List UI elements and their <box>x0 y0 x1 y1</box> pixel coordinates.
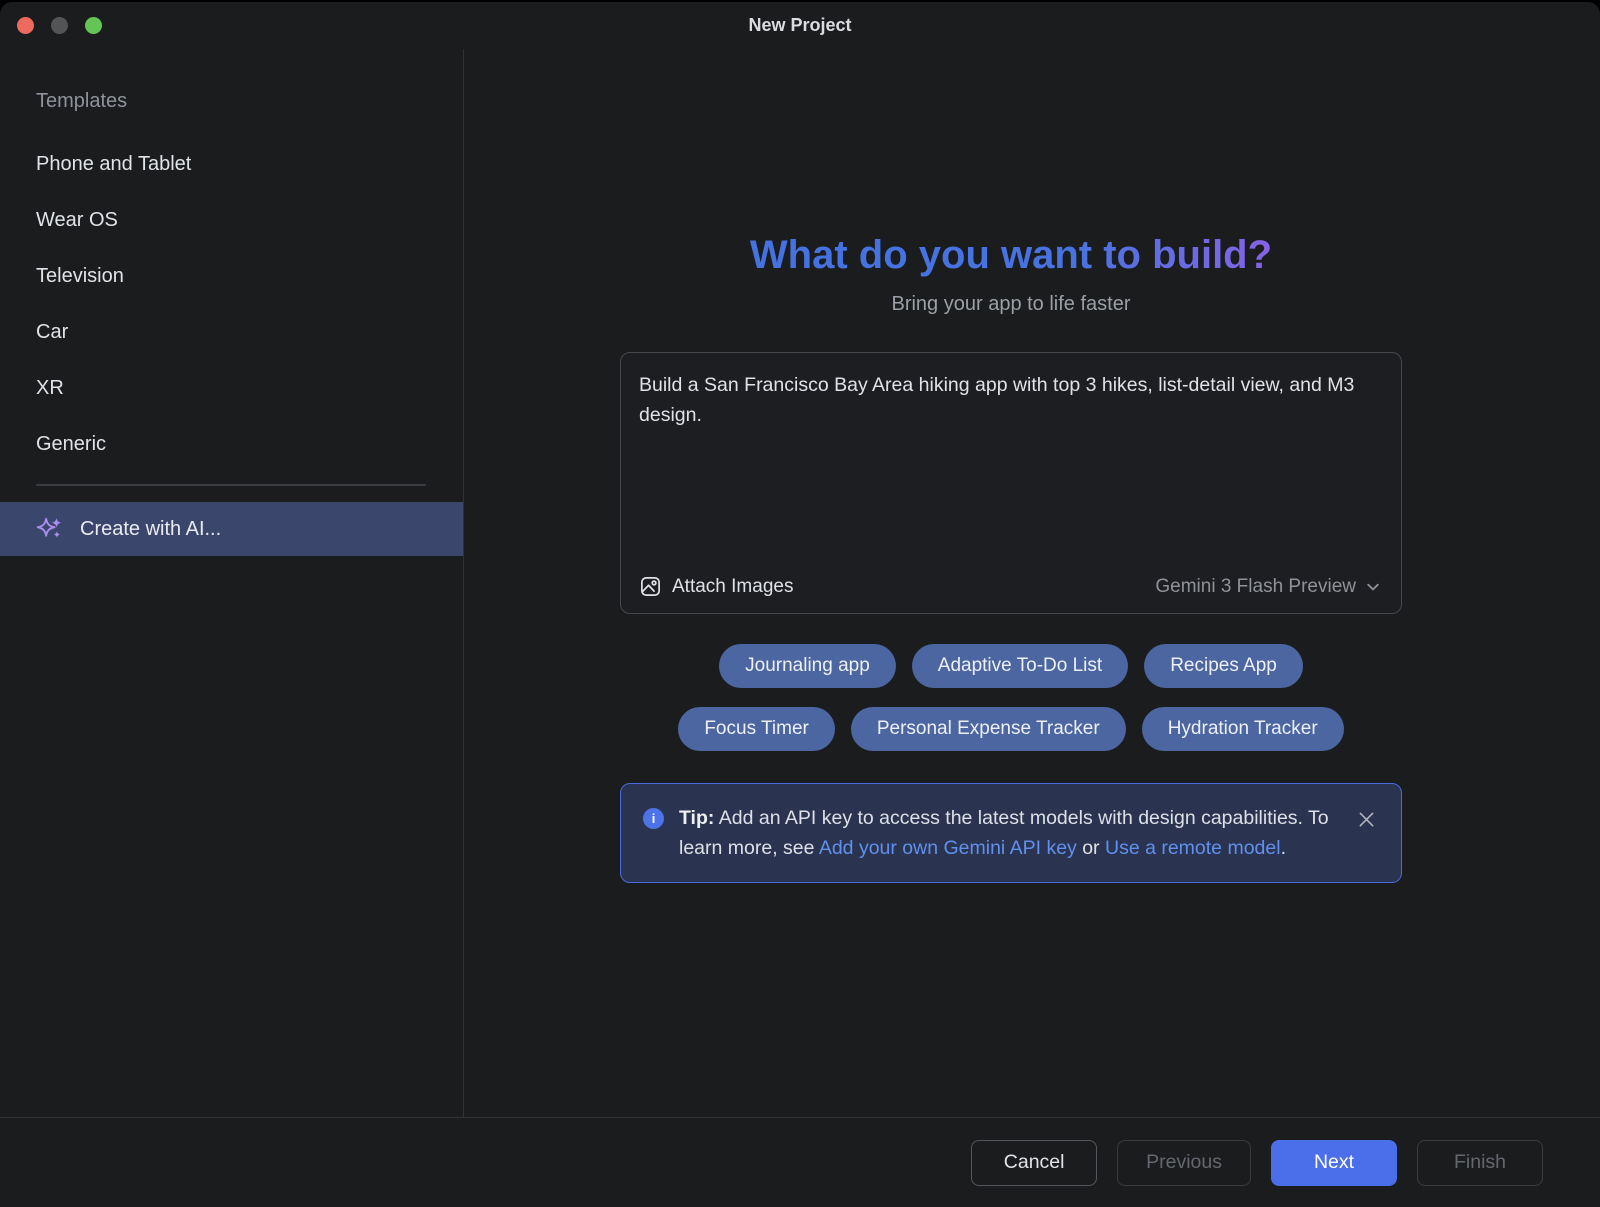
model-selector-dropdown[interactable]: Gemini 3 Flash Preview <box>1155 576 1381 598</box>
attach-images-label: Attach Images <box>672 576 793 598</box>
sidebar-item-phone-and-tablet[interactable]: Phone and Tablet <box>0 136 463 192</box>
sparkle-icon <box>36 516 63 543</box>
sidebar-item-create-with-ai[interactable]: Create with AI... <box>0 502 463 556</box>
sidebar-item-wear-os[interactable]: Wear OS <box>0 192 463 248</box>
tip-body-text: . <box>1281 837 1286 859</box>
image-icon <box>639 575 662 598</box>
tip-body-text: or <box>1077 837 1105 859</box>
minimize-window-button <box>51 17 68 34</box>
info-icon: i <box>643 808 664 829</box>
chip-adaptive-todo-list[interactable]: Adaptive To-Do List <box>912 644 1128 688</box>
sidebar-header: Templates <box>36 89 463 113</box>
model-selector-value: Gemini 3 Flash Preview <box>1155 576 1356 598</box>
link-use-remote-model[interactable]: Use a remote model <box>1105 837 1281 859</box>
sidebar-item-car[interactable]: Car <box>0 304 463 360</box>
chip-focus-timer[interactable]: Focus Timer <box>678 707 835 751</box>
sidebar-item-television[interactable]: Television <box>0 248 463 304</box>
tip-banner: i Tip: Add an API key to access the late… <box>620 783 1402 883</box>
link-add-gemini-api-key[interactable]: Add your own Gemini API key <box>819 837 1077 859</box>
next-button[interactable]: Next <box>1271 1140 1397 1186</box>
finish-button: Finish <box>1417 1140 1543 1186</box>
dialog-footer: Cancel Previous Next Finish <box>0 1117 1600 1207</box>
close-window-button[interactable] <box>17 17 34 34</box>
suggestion-chips: Journaling app Adaptive To-Do List Recip… <box>620 644 1402 751</box>
close-icon[interactable] <box>1355 808 1377 830</box>
templates-sidebar: Templates Phone and Tablet Wear OS Telev… <box>0 49 464 1117</box>
tip-text: Tip: Add an API key to access the latest… <box>679 803 1331 863</box>
attach-images-button[interactable]: Attach Images <box>639 575 793 598</box>
traffic-lights <box>17 17 102 34</box>
cancel-button[interactable]: Cancel <box>971 1140 1097 1186</box>
chip-personal-expense-tracker[interactable]: Personal Expense Tracker <box>851 707 1126 751</box>
zoom-window-button[interactable] <box>85 17 102 34</box>
main-content: What do you want to build? Bring your ap… <box>464 49 1600 1117</box>
new-project-dialog: New Project Templates Phone and Tablet W… <box>0 2 1600 1207</box>
chip-recipes-app[interactable]: Recipes App <box>1144 644 1303 688</box>
window-title: New Project <box>748 15 851 36</box>
prompt-panel: Build a San Francisco Bay Area hiking ap… <box>620 352 1402 614</box>
previous-button: Previous <box>1117 1140 1251 1186</box>
chevron-down-icon <box>1365 579 1381 595</box>
page-subtitle: Bring your app to life faster <box>620 293 1402 316</box>
sidebar-divider <box>36 484 426 486</box>
chip-journaling-app[interactable]: Journaling app <box>719 644 896 688</box>
title-bar: New Project <box>0 2 1600 49</box>
chip-hydration-tracker[interactable]: Hydration Tracker <box>1142 707 1344 751</box>
sidebar-item-generic[interactable]: Generic <box>0 416 463 472</box>
sidebar-item-xr[interactable]: XR <box>0 360 463 416</box>
tip-label: Tip: <box>679 807 714 829</box>
sidebar-item-label: Create with AI... <box>80 518 221 541</box>
page-title: What do you want to build? <box>620 233 1402 277</box>
prompt-input[interactable]: Build a San Francisco Bay Area hiking ap… <box>621 353 1401 430</box>
